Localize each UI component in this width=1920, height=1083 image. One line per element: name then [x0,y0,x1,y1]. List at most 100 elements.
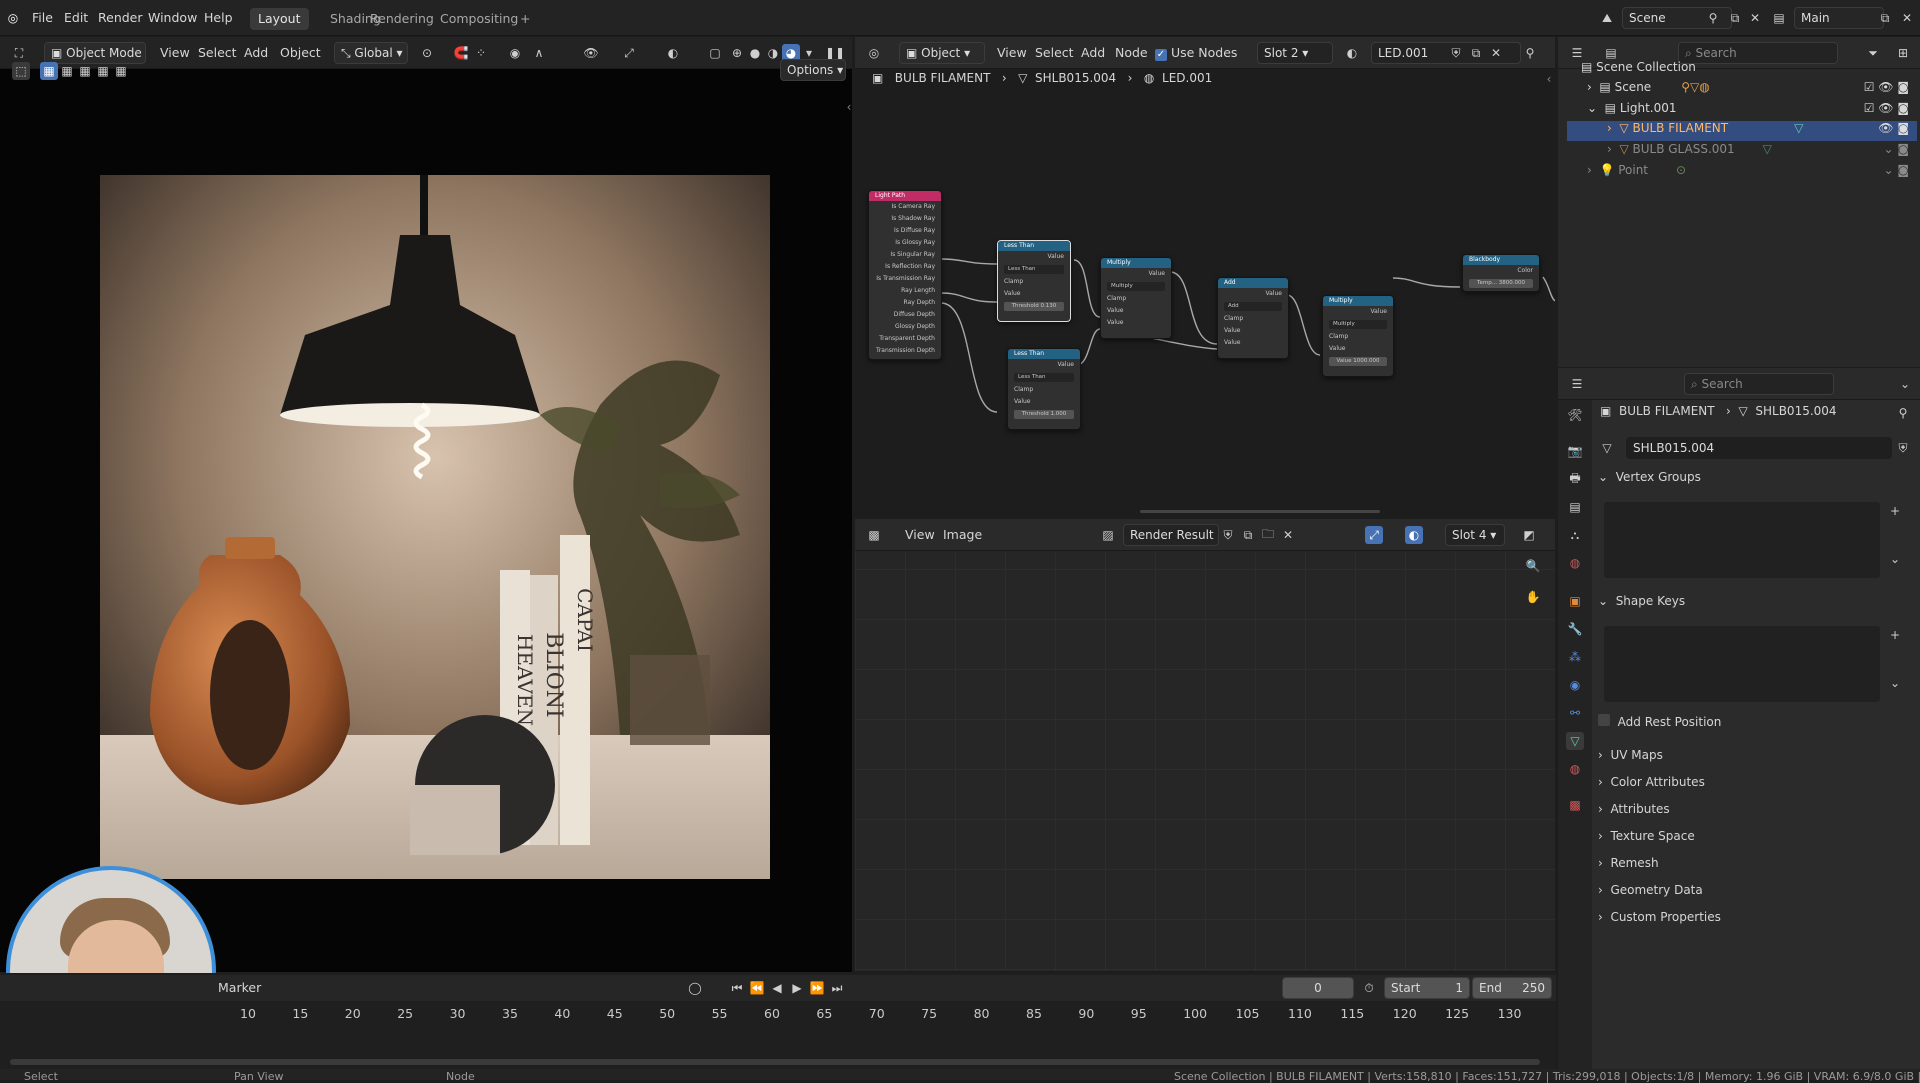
node-light-path[interactable]: Light Path Is Camera Ray Is Shadow Ray I… [868,190,942,360]
image-unlink-icon[interactable]: ✕ [1279,526,1297,544]
view-layer-icon[interactable]: ▤ [1770,9,1788,27]
properties-type-icon[interactable]: ☰ [1568,375,1586,393]
menu-file[interactable]: File [32,10,53,25]
view-layer-selector[interactable]: Main [1794,7,1884,29]
particles-tab-icon[interactable]: ⁂ [1566,648,1584,666]
pivot-icon[interactable]: ⊙ [418,44,436,62]
end-frame-field[interactable]: End 250 [1472,977,1552,999]
image-name-field[interactable]: Render Result [1123,524,1219,546]
select-tool-icon[interactable]: ⬚ [12,62,30,80]
new-scene-icon[interactable]: ⧉ [1726,9,1744,27]
physics-tab-icon[interactable]: ◉ [1566,676,1584,694]
timeline-scrollbar[interactable] [10,1059,1540,1065]
vertex-group-add-icon[interactable]: + [1886,502,1904,520]
shape-keys-list[interactable] [1604,626,1880,702]
select-mode-set-icon[interactable]: ▦ [40,62,58,80]
tool-tab-icon[interactable]: 🛠 [1566,406,1584,424]
blender-logo-icon[interactable]: ◎ [4,9,22,27]
shape-key-menu-icon[interactable]: ⌄ [1886,674,1904,692]
constraints-tab-icon[interactable]: ⚯ [1566,704,1584,722]
tab-rendering[interactable]: Rendering [362,8,442,30]
snap-icon[interactable]: 🧲 [452,44,470,62]
orientation-selector[interactable]: ⤡ Global ▾ [334,42,408,64]
section-geometry-data[interactable]: › Geometry Data [1598,883,1908,907]
output-tab-icon[interactable]: 🖶 [1566,470,1584,488]
outliner-row-bulb-glass[interactable]: › ▽ BULB GLASS.001 ▽ ⌄ ◙ [1567,142,1917,162]
menu-render[interactable]: Render [98,10,143,25]
multiply-2-value[interactable]: Value 1000.000 [1329,357,1387,366]
next-keyframe-icon[interactable]: ⏩ [808,979,826,997]
menu-help[interactable]: Help [204,10,233,25]
node-less-than-1[interactable]: Less Than Value Less Than Clamp Value Th… [997,240,1071,322]
vertex-group-menu-icon[interactable]: ⌄ [1886,550,1904,568]
shape-key-add-icon[interactable]: + [1886,626,1904,644]
timeline-marker-menu[interactable]: Marker [218,980,261,995]
blackbody-temperature[interactable]: Temp... 3800.000 [1469,279,1533,288]
select-mode-subtract-icon[interactable]: ▦ [76,62,94,80]
image-editor[interactable] [855,519,1555,971]
material-tab-icon[interactable]: ◍ [1566,760,1584,778]
section-color-attributes[interactable]: › Color Attributes [1598,775,1908,799]
properties-pin-icon[interactable]: ⚲ [1894,404,1912,422]
pan-hand-icon[interactable]: ✋ [1524,588,1542,606]
prev-keyframe-icon[interactable]: ⏪ [748,979,766,997]
image-menu-image[interactable]: Image [943,527,982,542]
viewport-menu-view[interactable]: View [160,45,190,60]
image-overlay-icon[interactable]: ◐ [1405,526,1423,544]
play-reverse-icon[interactable]: ◀ [768,979,786,997]
proportional-edit-icon[interactable]: ◉ [506,44,524,62]
mesh-name-field[interactable]: SHLB015.004 [1626,437,1892,459]
render-tab-icon[interactable]: 📷 [1566,442,1584,460]
jump-end-icon[interactable]: ⏭ [828,979,846,997]
less-than-2-threshold[interactable]: Threshold 1.000 [1014,410,1074,419]
multiply-2-clamp[interactable]: Clamp [1323,331,1393,343]
less-than-2-operation[interactable]: Less Than [1014,373,1074,382]
editor-type-icon[interactable]: ⛶ [10,44,28,62]
less-than-1-operation[interactable]: Less Than [1004,265,1064,274]
mesh-fake-user-icon[interactable]: ⛨ [1894,439,1912,457]
texture-tab-icon[interactable]: ▩ [1566,796,1584,814]
less-than-1-threshold[interactable]: Threshold 0.130 [1004,302,1064,311]
select-mode-intersect-icon[interactable]: ▦ [112,62,130,80]
falloff-icon[interactable]: ∧ [530,44,548,62]
overlay-icon[interactable]: ◐ [664,44,682,62]
start-frame-field[interactable]: Start 1 [1384,977,1470,999]
node-blackbody[interactable]: Blackbody Color Temp... 3800.000 [1462,254,1540,292]
wireframe-shading-icon[interactable]: ⊕ [728,44,746,62]
scene-icon[interactable]: ⛰ [1598,9,1616,27]
play-icon[interactable]: ▶ [788,979,806,997]
properties-search[interactable]: ⌕ Search [1684,373,1834,395]
viewport-menu-object[interactable]: Object [280,45,321,60]
display-channels-icon[interactable]: ◩ [1520,526,1538,544]
world-tab-icon[interactable]: ◍ [1566,554,1584,572]
view-layer-tab-icon[interactable]: ▤ [1566,498,1584,516]
image-fake-user-icon[interactable]: ⛨ [1219,526,1237,544]
node-multiply-2[interactable]: Multiply Value Multiply Clamp Value Valu… [1322,295,1394,377]
node-editor-scrollbar[interactable] [1140,510,1380,513]
multiply-1-operation[interactable]: Multiply [1107,282,1165,291]
preview-range-icon[interactable]: ⏱ [1360,979,1378,997]
image-open-icon[interactable]: 🗀 [1259,526,1277,544]
less-than-2-clamp[interactable]: Clamp [1008,384,1080,396]
add-operation[interactable]: Add [1224,302,1282,311]
image-gizmo-icon[interactable]: ⤢ [1365,526,1383,544]
viewport-menu-select[interactable]: Select [198,45,237,60]
select-mode-invert-icon[interactable]: ▦ [94,62,112,80]
solid-shading-icon[interactable]: ● [746,44,764,62]
less-than-1-clamp[interactable]: Clamp [998,276,1070,288]
visibility-icon[interactable]: 👁 [582,44,600,62]
delete-view-layer-icon[interactable]: ✕ [1898,9,1916,27]
menu-edit[interactable]: Edit [64,10,88,25]
new-view-layer-icon[interactable]: ⧉ [1876,9,1894,27]
outliner-row-scene-collection[interactable]: ▤ Scene Collection [1567,60,1917,80]
section-texture-space[interactable]: › Texture Space [1598,829,1908,853]
section-uv-maps[interactable]: › UV Maps [1598,748,1908,772]
zoom-icon[interactable]: 🔍 [1524,557,1542,575]
gizmo-icon[interactable]: ⤢ [620,44,638,62]
select-mode-extend-icon[interactable]: ▦ [58,62,76,80]
image-menu-view[interactable]: View [905,527,935,542]
vertex-groups-list[interactable] [1604,502,1880,578]
outliner-row-scene[interactable]: › ▤ Scene ⚲▽◍ ☑ 👁 ◙ [1567,80,1917,100]
pin-icon[interactable]: ⚲ [1704,9,1722,27]
section-shape-keys[interactable]: ⌄ Shape Keys [1598,594,1908,618]
